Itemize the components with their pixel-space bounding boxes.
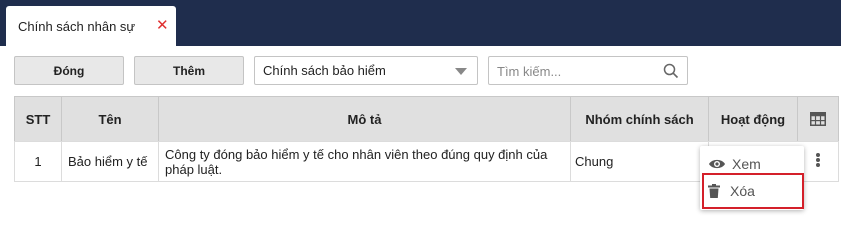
policy-type-value: Chính sách bảo hiểm (263, 63, 386, 78)
close-button[interactable]: Đóng (14, 56, 124, 85)
header-group: Nhóm chính sách (570, 96, 709, 142)
policy-type-select[interactable]: Chính sách bảo hiểm (254, 56, 478, 85)
table-grid-icon (810, 112, 826, 126)
top-bar: Chính sách nhân sự ✕ (0, 0, 841, 46)
add-button[interactable]: Thêm (134, 56, 244, 85)
cell-name: Bảo hiểm y tế (61, 141, 159, 182)
search-icon[interactable] (663, 63, 679, 79)
search-box (488, 56, 688, 85)
cell-group: Chung (570, 141, 709, 182)
tab-label: Chính sách nhân sự (18, 18, 136, 34)
column-settings-button[interactable] (797, 96, 839, 142)
header-stt: STT (14, 96, 62, 142)
menu-item-view-label: Xem (732, 156, 761, 172)
cell-description: Công ty đóng bảo hiểm y tế cho nhân viên… (158, 141, 571, 182)
row-actions-menu-icon[interactable] (812, 152, 824, 170)
chevron-down-icon (455, 68, 467, 75)
tab-chinh-sach-nhan-su[interactable]: Chính sách nhân sự ✕ (6, 6, 176, 46)
header-name: Tên (61, 96, 159, 142)
cell-stt: 1 (14, 141, 62, 182)
search-input[interactable] (497, 62, 657, 80)
delete-highlight-box (702, 173, 804, 209)
eye-icon (709, 159, 725, 169)
header-description: Mô tả (158, 96, 571, 142)
header-action: Hoạt động (708, 96, 798, 142)
close-icon[interactable]: ✕ (156, 18, 169, 33)
